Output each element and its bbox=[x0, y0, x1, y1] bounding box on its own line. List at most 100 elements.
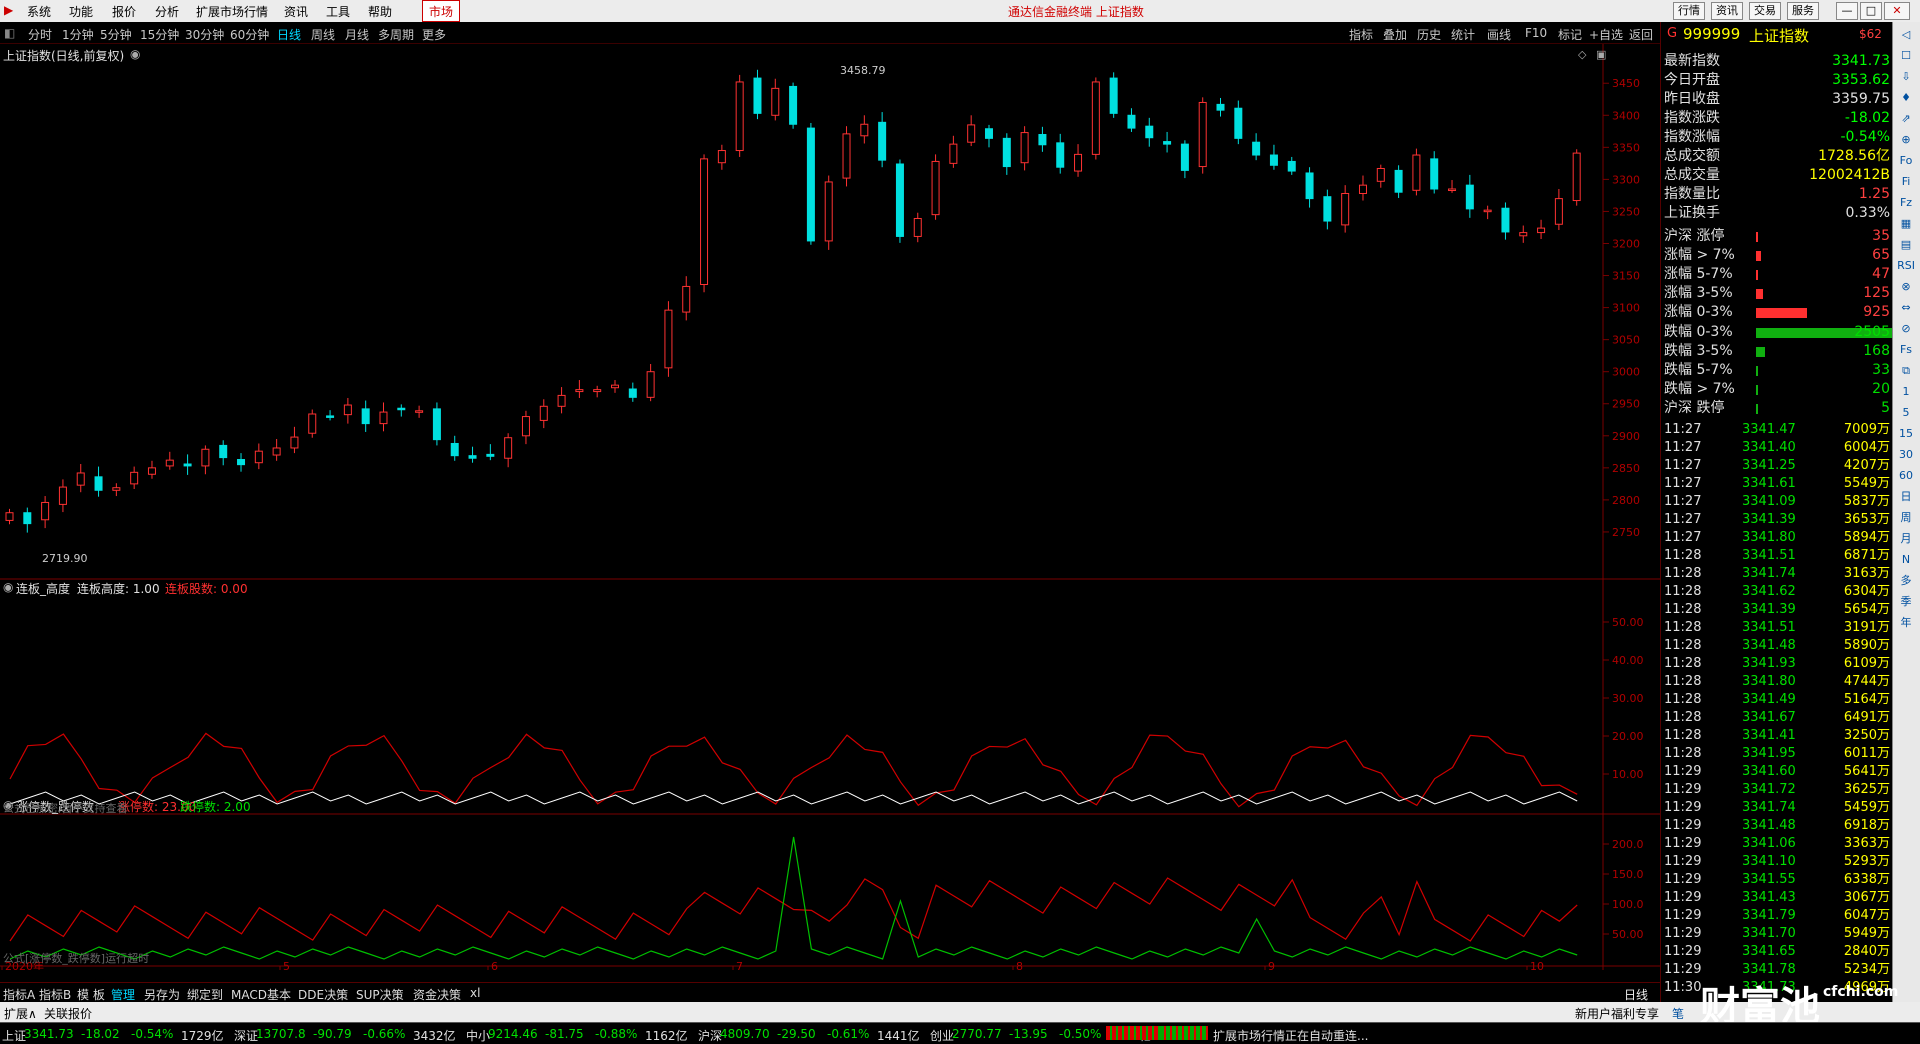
tick-volume: 5234万 bbox=[1843, 962, 1890, 977]
stat-value: 0.33% bbox=[1845, 205, 1890, 221]
period-daily[interactable]: 日线 bbox=[277, 26, 301, 43]
tab-save-as[interactable]: 另存为 bbox=[144, 986, 180, 1003]
chart-area[interactable]: 3450 3400 3350 3300 3250 3200 3150 3100 3050 3000… bbox=[0, 44, 1660, 973]
period-60m[interactable]: 60分钟 bbox=[230, 26, 269, 43]
tool-indicator[interactable]: 指标 bbox=[1349, 26, 1373, 43]
tool-add-watch[interactable]: +自选 bbox=[1589, 26, 1623, 43]
tick-time: 11:28 bbox=[1664, 710, 1702, 725]
ind1-note: 公式已加密,暂不支持查看 bbox=[3, 802, 128, 815]
side-tool-11[interactable]: RSI bbox=[1896, 257, 1916, 275]
candle-body bbox=[842, 133, 851, 179]
side-tool-9[interactable]: ▦ bbox=[1896, 215, 1916, 233]
side-tool-16[interactable]: ⧉ bbox=[1896, 362, 1916, 380]
tick-volume: 6338万 bbox=[1843, 872, 1890, 887]
tool-draw[interactable]: 画线 bbox=[1487, 26, 1511, 43]
side-tool-5[interactable]: ⊕ bbox=[1896, 131, 1916, 149]
side-tool-17[interactable]: 1 bbox=[1896, 383, 1916, 401]
tool-mark[interactable]: 标记 bbox=[1558, 26, 1582, 43]
tick-volume: 2840万 bbox=[1843, 944, 1890, 959]
tab-indicator-a[interactable]: 指标A bbox=[3, 986, 35, 1003]
toggle-icon[interactable]: ◧ bbox=[4, 26, 15, 40]
side-tool-18[interactable]: 5 bbox=[1896, 404, 1916, 422]
tick-price: 3341.39 bbox=[1742, 602, 1796, 617]
candle-body bbox=[41, 501, 50, 521]
maximize-icon[interactable]: □ bbox=[1860, 2, 1882, 20]
period-monthly[interactable]: 月线 bbox=[345, 26, 369, 43]
menu-function[interactable]: 功能 bbox=[69, 3, 93, 20]
side-tool-6[interactable]: Fo bbox=[1896, 152, 1916, 170]
kline-chart-svg[interactable]: 3450 3400 3350 3300 3250 3200 3150 3100 3050 3000… bbox=[0, 44, 1660, 973]
period-more[interactable]: 更多 bbox=[422, 26, 446, 43]
menu-help[interactable]: 帮助 bbox=[368, 3, 392, 20]
tab-dde[interactable]: DDE决策 bbox=[298, 986, 348, 1003]
side-tool-27[interactable]: 季 bbox=[1896, 593, 1916, 611]
menu-system[interactable]: 系统 bbox=[27, 3, 51, 20]
side-tool-10[interactable]: ▤ bbox=[1896, 236, 1916, 254]
minimize-icon[interactable]: — bbox=[1836, 2, 1858, 20]
side-tool-12[interactable]: ⊗ bbox=[1896, 278, 1916, 296]
side-tool-22[interactable]: 日 bbox=[1896, 488, 1916, 506]
period-tick[interactable]: 分时 bbox=[28, 26, 52, 43]
period-30m[interactable]: 30分钟 bbox=[185, 26, 224, 43]
tool-back[interactable]: 返回 bbox=[1629, 26, 1653, 43]
side-tool-21[interactable]: 60 bbox=[1896, 467, 1916, 485]
side-tool-24[interactable]: 月 bbox=[1896, 530, 1916, 548]
side-tool-8[interactable]: Fz bbox=[1896, 194, 1916, 212]
service-button[interactable]: 服务 bbox=[1787, 2, 1819, 20]
side-tool-13[interactable]: ⇔ bbox=[1896, 299, 1916, 317]
menu-tools[interactable]: 工具 bbox=[326, 3, 350, 20]
period-5m[interactable]: 5分钟 bbox=[100, 26, 132, 43]
market-tab[interactable]: 市场 bbox=[422, 0, 461, 22]
y-tick-label: 3050 bbox=[1612, 334, 1640, 347]
side-tool-2[interactable]: ⇩ bbox=[1896, 68, 1916, 86]
side-tool-0[interactable]: ◁ bbox=[1896, 26, 1916, 44]
tool-f10[interactable]: F10 bbox=[1525, 26, 1547, 40]
side-tool-25[interactable]: N bbox=[1896, 551, 1916, 569]
side-tool-28[interactable]: 年 bbox=[1896, 614, 1916, 632]
tab-indicator-b[interactable]: 指标B bbox=[39, 986, 71, 1003]
menu-ext-market[interactable]: 扩展市场行情 bbox=[196, 3, 268, 20]
candle-body bbox=[824, 181, 833, 242]
pen-button[interactable]: 笔 bbox=[1672, 1005, 1684, 1022]
breadth-label: 跌幅 5-7% bbox=[1664, 362, 1733, 378]
quote-button[interactable]: 行情 bbox=[1673, 2, 1705, 20]
diamond-icon[interactable]: ◇ bbox=[1578, 48, 1586, 61]
side-tool-20[interactable]: 30 bbox=[1896, 446, 1916, 464]
tab-xl[interactable]: xl bbox=[470, 986, 480, 1000]
tab-fund[interactable]: 资金决策 bbox=[413, 986, 461, 1003]
trade-button[interactable]: 交易 bbox=[1749, 2, 1781, 20]
tool-overlay[interactable]: 叠加 bbox=[1383, 26, 1407, 43]
chart-settings-icon[interactable]: ◉ bbox=[130, 47, 140, 61]
side-tool-23[interactable]: 周 bbox=[1896, 509, 1916, 527]
period-1m[interactable]: 1分钟 bbox=[62, 26, 94, 43]
side-tool-4[interactable]: ⇗ bbox=[1896, 110, 1916, 128]
expand-icon[interactable]: ▣ bbox=[1596, 48, 1606, 61]
side-tool-14[interactable]: ⊘ bbox=[1896, 320, 1916, 338]
tab-sup[interactable]: SUP决策 bbox=[356, 986, 404, 1003]
tab-manage[interactable]: 管理 bbox=[111, 986, 135, 1003]
period-15m[interactable]: 15分钟 bbox=[140, 26, 179, 43]
menu-info[interactable]: 资讯 bbox=[284, 3, 308, 20]
ind1-settings-icon[interactable]: ◉ bbox=[3, 580, 13, 594]
side-tool-26[interactable]: 多 bbox=[1896, 572, 1916, 590]
side-tool-7[interactable]: Fi bbox=[1896, 173, 1916, 191]
menu-analysis[interactable]: 分析 bbox=[155, 3, 179, 20]
close-icon[interactable]: ✕ bbox=[1884, 2, 1910, 20]
tool-stats[interactable]: 统计 bbox=[1451, 26, 1475, 43]
candle-body bbox=[1465, 184, 1474, 210]
side-tool-19[interactable]: 15 bbox=[1896, 425, 1916, 443]
tab-macd[interactable]: MACD基本 bbox=[231, 986, 291, 1003]
expand-toggle[interactable]: 扩展∧ bbox=[4, 1005, 37, 1022]
related-quotes[interactable]: 关联报价 bbox=[44, 1005, 92, 1022]
side-tool-15[interactable]: Fs bbox=[1896, 341, 1916, 359]
tool-history[interactable]: 历史 bbox=[1417, 26, 1441, 43]
period-multi[interactable]: 多周期 bbox=[378, 26, 414, 43]
side-tool-3[interactable]: ♦ bbox=[1896, 89, 1916, 107]
menu-quote[interactable]: 报价 bbox=[112, 3, 136, 20]
news-button[interactable]: 资讯 bbox=[1711, 2, 1743, 20]
period-weekly[interactable]: 周线 bbox=[311, 26, 335, 43]
tab-bind[interactable]: 绑定到 bbox=[187, 986, 223, 1003]
tab-template[interactable]: 模 板 bbox=[77, 986, 105, 1003]
side-tool-1[interactable]: ☐ bbox=[1896, 47, 1916, 65]
promo-link[interactable]: 新用户福利专享 bbox=[1575, 1005, 1659, 1022]
